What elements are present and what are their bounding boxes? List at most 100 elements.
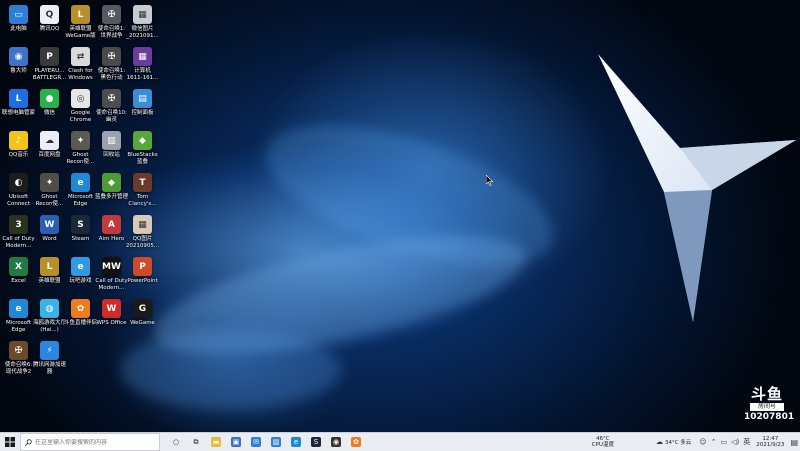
edge-icon: e — [291, 437, 301, 447]
app-icon: G — [133, 299, 152, 318]
app-icon: ◉ — [9, 47, 28, 66]
app-icon: ◍ — [40, 299, 59, 318]
app-icon: X — [9, 257, 28, 276]
cpu-temperature[interactable]: 46°C CPU温度 — [592, 436, 614, 448]
app-icon: ⇄ — [71, 47, 90, 66]
app-icon: W — [102, 299, 121, 318]
task-view-icon: ⧉ — [193, 438, 199, 446]
desktop-icon[interactable]: P PowerPoint — [126, 254, 159, 296]
app-icon: P — [40, 47, 59, 66]
obs-icon: ◉ — [331, 437, 341, 447]
app-icon: ✠ — [102, 89, 121, 108]
room-label: 房间号 — [750, 403, 784, 411]
search-input[interactable] — [32, 438, 155, 446]
desktop-icon[interactable]: T Tom Clancy's... — [126, 170, 159, 212]
wallpaper-smoke — [120, 330, 340, 410]
app-icon: ▦ — [133, 47, 152, 66]
taskbar-app-button[interactable]: ✿ — [346, 433, 366, 451]
app-icon: 3 — [9, 215, 28, 234]
store-icon: ▣ — [231, 437, 241, 447]
desktop-icon-grid: ▭ 此电脑 Q 腾讯QQ L 英雄联盟 WeGame版 ✠ 使命召唤1: 世界战争 ▦ 微信图片 … — [0, 0, 159, 430]
desktop-icon[interactable]: G WeGame — [126, 296, 159, 338]
desktop-icon[interactable]: e Microsoft Edge — [64, 170, 97, 212]
network-icon[interactable]: ▭ — [720, 438, 727, 446]
douyu-icon: ✿ — [351, 437, 361, 447]
app-icon: ▤ — [133, 89, 152, 108]
app-icon: P — [133, 257, 152, 276]
desktop-icon-label: BlueStacks 蓝叠 — [127, 152, 158, 165]
app-icon: MW — [102, 257, 121, 276]
clock[interactable]: 12:47 2021/9/23 — [756, 436, 784, 448]
desktop-icon[interactable]: ⚡ 腾讯网游加速 器 — [33, 338, 66, 380]
desktop-icon[interactable]: ▦ 计算机 1611-161... — [126, 44, 159, 86]
app-icon: ● — [40, 89, 59, 108]
photos-icon: ▨ — [271, 437, 281, 447]
app-icon: ✿ — [71, 299, 90, 318]
desktop-icon-label: PowerPoint — [127, 278, 158, 284]
room-id: 10207801 — [744, 412, 795, 422]
taskbar-app-button[interactable]: ○ — [166, 433, 186, 451]
taskbar-app-button[interactable]: S — [306, 433, 326, 451]
start-button[interactable] — [0, 433, 20, 451]
taskbar-app-button[interactable]: ⧉ — [186, 433, 206, 451]
app-icon: ▦ — [133, 5, 152, 24]
windows-logo-icon — [5, 437, 15, 447]
desktop-icon[interactable]: L 联想电脑管家 — [2, 86, 35, 128]
volume-icon[interactable]: ◁) — [731, 438, 739, 446]
steam-icon: S — [311, 437, 321, 447]
weather-text[interactable]: 34°C 多云 — [665, 438, 691, 446]
taskbar: ○ ⧉ ▬ ▣ ✉ ▨ eS ◉ ✿ 46°C CPU温度 ☁ 34°C 多云 ☺ ⌃ ▭ ◁)… — [0, 432, 800, 451]
desktop-icon-label: 计算机 1611-161... — [126, 68, 159, 81]
app-icon: ✠ — [9, 341, 28, 360]
taskbar-search-box[interactable] — [20, 433, 160, 451]
desktop-icon[interactable]: ◍ 海鸥游戏大厅 (Hai...) — [33, 296, 66, 338]
douyu-logo: 斗鱼 — [750, 385, 783, 403]
desktop-icon-label: Tom Clancy's... — [128, 194, 157, 207]
app-icon: L — [40, 257, 59, 276]
app-icon: ▭ — [9, 5, 28, 24]
taskbar-app-button[interactable]: ✉ — [246, 433, 266, 451]
desktop-icon[interactable]: ▦ 微信图片 _2021091... — [126, 2, 159, 44]
search-icon — [25, 438, 32, 446]
taskbar-app-button[interactable]: ▣ — [226, 433, 246, 451]
taskbar-app-list: ○ ⧉ ▬ ▣ ✉ ▨ e S ◉ ✿ — [166, 433, 366, 451]
desktop-icon-label: QQ图片 20210905... — [125, 236, 160, 249]
app-icon: L — [71, 5, 90, 24]
taskbar-app-button[interactable]: ▬ — [206, 433, 226, 451]
app-icon: ◆ — [102, 173, 121, 192]
desktop-icon-label: 控制面板 — [131, 110, 154, 116]
desktop-icon[interactable]: ✦ Ghost Recon使... — [64, 128, 97, 170]
ime-indicator[interactable]: 英 — [743, 437, 750, 447]
app-icon: A — [102, 215, 121, 234]
desktop-icon[interactable]: L 英雄联盟 — [33, 254, 66, 296]
desktop-icon[interactable]: ♪ QQ音乐 — [2, 128, 35, 170]
desktop-icon[interactable]: W Word — [33, 212, 66, 254]
app-icon: ✦ — [71, 131, 90, 150]
file-explorer-icon: ▬ — [211, 437, 221, 447]
desktop-icon[interactable]: ▭ 此电脑 — [2, 2, 35, 44]
chevron-up-icon[interactable]: ⌃ — [711, 438, 717, 446]
desktop-icon[interactable]: W WPS Office — [95, 296, 128, 338]
desktop-icon[interactable]: ◆ BlueStacks 蓝叠 — [126, 128, 159, 170]
desktop-icon[interactable]: 3 Call of Duty Modern... — [2, 212, 35, 254]
desktop-icon[interactable]: ▦ QQ图片 20210905... — [126, 212, 159, 254]
desktop-icon-label: WeGame — [130, 320, 155, 326]
app-icon: T — [133, 173, 152, 192]
app-icon: ◆ — [133, 131, 152, 150]
desktop-icon[interactable]: S Steam — [64, 212, 97, 254]
notification-center-icon[interactable]: ▤ — [790, 438, 798, 447]
app-icon: ♪ — [9, 131, 28, 150]
taskbar-app-button[interactable]: e — [286, 433, 306, 451]
desktop-icon[interactable]: MW Call of Duty Modern... — [95, 254, 128, 296]
taskbar-app-button[interactable]: ▨ — [266, 433, 286, 451]
desktop-icon[interactable]: ✿ 斗鱼直播伴侣 — [64, 296, 97, 338]
desktop-icon[interactable]: ▤ 控制面板 — [126, 86, 159, 128]
clock-date: 2021/9/23 — [756, 442, 785, 448]
people-icon[interactable]: ☺ — [699, 438, 706, 446]
cpu-temp-label: CPU温度 — [591, 442, 614, 448]
douyu-watermark: 斗鱼 房间号 10207801 — [744, 385, 795, 422]
desktop-icon[interactable]: ✠ 使命召唤10: 幽灵 — [95, 86, 128, 128]
desktop-icon[interactable]: X Excel — [2, 254, 35, 296]
taskbar-app-button[interactable]: ◉ — [326, 433, 346, 451]
desktop-icon-label: 微信图片 _2021091... — [126, 26, 159, 39]
